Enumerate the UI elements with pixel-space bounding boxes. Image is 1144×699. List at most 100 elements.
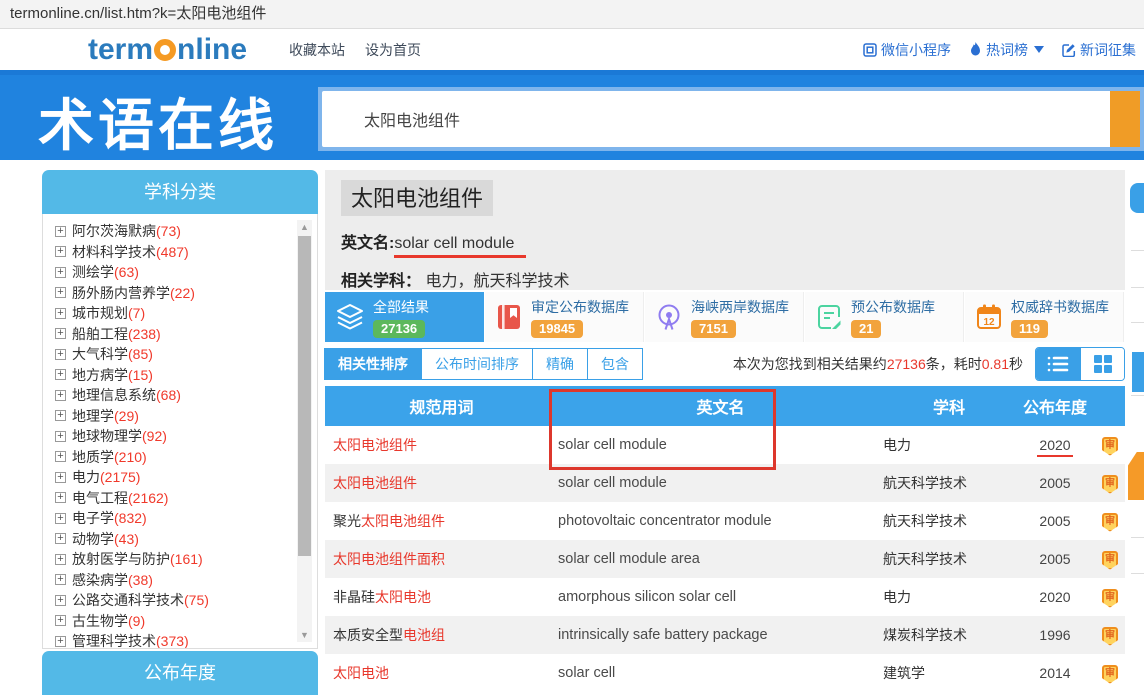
- term-cell[interactable]: 太阳电池组件: [325, 435, 558, 455]
- term-cell[interactable]: 太阳电池: [325, 663, 558, 683]
- expand-plus-icon[interactable]: +: [55, 636, 66, 647]
- table-row[interactable]: 聚光太阳电池组件 photovoltaic concentrator modul…: [325, 502, 1125, 540]
- approved-stamp-icon[interactable]: 审: [1102, 589, 1118, 608]
- note-icon: [815, 303, 843, 331]
- sidebar-category-item[interactable]: + 电子学(832): [55, 508, 289, 529]
- sidebar-category-item[interactable]: + 地质学(210): [55, 447, 289, 468]
- approved-stamp-icon[interactable]: 审: [1102, 513, 1118, 532]
- tab-all-results[interactable]: 全部结果27136: [325, 292, 484, 342]
- scrollbar-thumb[interactable]: [298, 236, 311, 556]
- tab-label: 预公布数据库: [851, 297, 935, 317]
- expand-plus-icon[interactable]: +: [55, 390, 66, 401]
- term-cell[interactable]: 非晶硅太阳电池: [325, 587, 558, 607]
- expand-plus-icon[interactable]: +: [55, 472, 66, 483]
- approved-stamp-icon[interactable]: 审: [1102, 437, 1118, 456]
- sort-relevance-button[interactable]: 相关性排序: [324, 348, 422, 380]
- sidebar-category-item[interactable]: + 电力(2175): [55, 467, 289, 488]
- match-exact-button[interactable]: 精确: [532, 348, 588, 380]
- floating-widget-top[interactable]: [1130, 183, 1144, 213]
- subject-category-header[interactable]: 学科分类: [42, 170, 318, 214]
- expand-plus-icon[interactable]: +: [55, 431, 66, 442]
- year-cell: 2005: [1015, 513, 1095, 529]
- bookmark-site-link[interactable]: 收藏本站: [289, 40, 345, 60]
- expand-plus-icon[interactable]: +: [55, 615, 66, 626]
- expand-plus-icon[interactable]: +: [55, 328, 66, 339]
- approved-stamp-icon[interactable]: 审: [1102, 665, 1118, 684]
- table-row[interactable]: 太阳电池组件面积 solar cell module area 航天科学技术 2…: [325, 540, 1125, 578]
- sidebar-category-item[interactable]: + 动物学(43): [55, 529, 289, 550]
- table-row[interactable]: 非晶硅太阳电池 amorphous silicon solar cell 电力 …: [325, 578, 1125, 616]
- expand-plus-icon[interactable]: +: [55, 595, 66, 606]
- tab-cross-strait-database[interactable]: 海峡两岸数据库7151: [645, 292, 804, 342]
- grid-view-button[interactable]: [1080, 348, 1124, 380]
- expand-plus-icon[interactable]: +: [55, 533, 66, 544]
- sidebar-category-item[interactable]: + 船舶工程(238): [55, 324, 289, 345]
- scroll-up-icon[interactable]: ▲: [297, 220, 312, 234]
- new-words-collection-link[interactable]: 新词征集: [1062, 40, 1136, 60]
- table-row[interactable]: 太阳电池组件 solar cell module 航天科学技术 2005 审: [325, 464, 1125, 502]
- sort-publish-time-button[interactable]: 公布时间排序: [421, 348, 533, 380]
- sidebar-category-item[interactable]: + 城市规划(7): [55, 303, 289, 324]
- category-name: 公路交通科学技术: [72, 590, 184, 610]
- table-row[interactable]: 太阳电池 solar cell 建筑学 2014 审: [325, 654, 1125, 692]
- term-cell[interactable]: 太阳电池组件: [325, 473, 558, 493]
- expand-plus-icon[interactable]: +: [55, 226, 66, 237]
- approved-stamp-icon[interactable]: 审: [1102, 551, 1118, 570]
- tab-prepublish-database[interactable]: 预公布数据库21: [805, 292, 964, 342]
- sidebar-category-item[interactable]: + 放射医学与防护(161): [55, 549, 289, 570]
- publish-year-header[interactable]: 公布年度: [42, 651, 318, 695]
- svg-text:12: 12: [983, 317, 995, 328]
- sidebar-category-item[interactable]: + 公路交通科学技术(75): [55, 590, 289, 611]
- site-name-logo[interactable]: 术语在线: [38, 81, 278, 162]
- expand-plus-icon[interactable]: +: [55, 308, 66, 319]
- expand-plus-icon[interactable]: +: [55, 287, 66, 298]
- wechat-miniprogram-link[interactable]: 微信小程序: [863, 40, 951, 60]
- expand-plus-icon[interactable]: +: [55, 492, 66, 503]
- expand-plus-icon[interactable]: +: [55, 513, 66, 524]
- list-view-icon: [1047, 355, 1069, 373]
- sidebar-category-item[interactable]: + 肠外肠内营养学(22): [55, 283, 289, 304]
- expand-plus-icon[interactable]: +: [55, 451, 66, 462]
- term-cell[interactable]: 聚光太阳电池组件: [325, 511, 558, 531]
- approved-stamp-icon[interactable]: 审: [1102, 475, 1118, 494]
- expand-plus-icon[interactable]: +: [55, 410, 66, 421]
- list-view-button[interactable]: [1036, 348, 1080, 380]
- expand-plus-icon[interactable]: +: [55, 267, 66, 278]
- hot-words-menu[interactable]: 热词榜: [969, 40, 1044, 60]
- sidebar-category-item[interactable]: + 感染病学(38): [55, 570, 289, 591]
- floating-widget-middle[interactable]: [1132, 352, 1144, 392]
- sidebar-category-item[interactable]: + 电气工程(2162): [55, 488, 289, 509]
- match-contains-button[interactable]: 包含: [587, 348, 643, 380]
- tab-approved-database[interactable]: 审定公布数据库19845: [485, 292, 644, 342]
- search-input[interactable]: [322, 91, 1110, 147]
- sidebar-category-item[interactable]: + 地理信息系统(68): [55, 385, 289, 406]
- expand-plus-icon[interactable]: +: [55, 554, 66, 565]
- expand-plus-icon[interactable]: +: [55, 246, 66, 257]
- sidebar-category-item[interactable]: + 地理学(29): [55, 406, 289, 427]
- category-count: (238): [128, 326, 161, 342]
- term-cell[interactable]: 太阳电池组件面积: [325, 549, 558, 569]
- sidebar-category-item[interactable]: + 古生物学(9): [55, 611, 289, 632]
- expand-plus-icon[interactable]: +: [55, 369, 66, 380]
- sidebar-category-item[interactable]: + 大气科学(85): [55, 344, 289, 365]
- col-header-term: 规范用词: [325, 394, 558, 418]
- browser-address-bar[interactable]: termonline.cn/list.htm?k=太阳电池组件: [0, 0, 1144, 29]
- expand-plus-icon[interactable]: +: [55, 349, 66, 360]
- sidebar-scrollbar[interactable]: ▲ ▼: [297, 220, 312, 642]
- tab-dictionary-database[interactable]: 12 权威辞书数据库119: [965, 292, 1124, 342]
- term-cell[interactable]: 本质安全型电池组: [325, 625, 558, 645]
- sidebar-category-item[interactable]: + 测绘学(63): [55, 262, 289, 283]
- sidebar-category-item[interactable]: + 地球物理学(92): [55, 426, 289, 447]
- expand-plus-icon[interactable]: +: [55, 574, 66, 585]
- table-row[interactable]: 太阳电池组件 solar cell module 电力 2020 审: [325, 426, 1125, 464]
- approved-stamp-icon[interactable]: 审: [1102, 627, 1118, 646]
- termonline-logo[interactable]: termnline: [88, 29, 247, 70]
- scroll-down-icon[interactable]: ▼: [297, 628, 312, 642]
- sidebar-category-item[interactable]: + 材料科学技术(487): [55, 242, 289, 263]
- sidebar-category-item[interactable]: + 阿尔茨海默病(73): [55, 221, 289, 242]
- sidebar-category-item[interactable]: + 地方病学(15): [55, 365, 289, 386]
- table-row[interactable]: 本质安全型电池组 intrinsically safe battery pack…: [325, 616, 1125, 654]
- search-button[interactable]: [1110, 91, 1140, 147]
- set-homepage-link[interactable]: 设为首页: [365, 40, 421, 60]
- sidebar-category-item[interactable]: + 管理科学技术(373): [55, 631, 289, 649]
